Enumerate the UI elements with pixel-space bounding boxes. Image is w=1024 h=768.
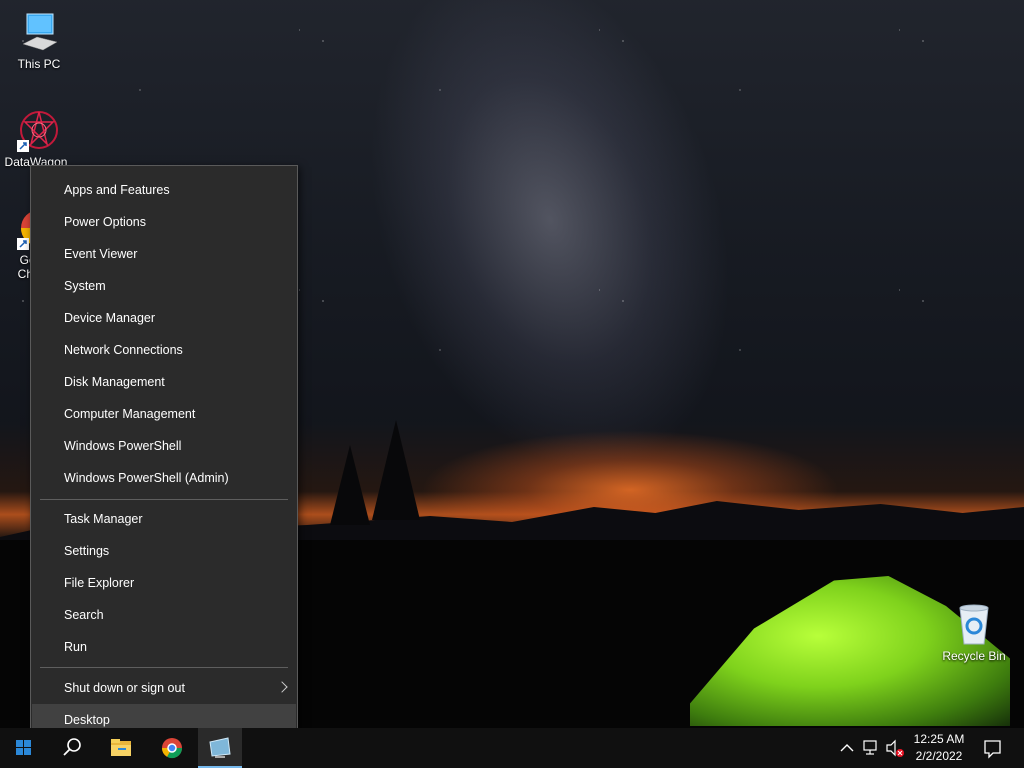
desktop-icon-label: This PC bbox=[17, 57, 61, 71]
chevron-up-icon bbox=[840, 744, 854, 752]
menu-item-disk-management[interactable]: Disk Management bbox=[32, 366, 296, 398]
menu-item-label: Desktop bbox=[64, 713, 110, 727]
volume-muted-icon bbox=[886, 739, 904, 757]
taskbar: 12:25 AM 2/2/2022 bbox=[0, 728, 1024, 768]
menu-item-file-explorer[interactable]: File Explorer bbox=[32, 567, 296, 599]
menu-item-shut-down-or-sign-out[interactable]: Shut down or sign out bbox=[32, 672, 296, 704]
menu-item-search[interactable]: Search bbox=[32, 599, 296, 631]
menu-item-event-viewer[interactable]: Event Viewer bbox=[32, 238, 296, 270]
volume-button[interactable] bbox=[884, 728, 906, 768]
menu-item-task-manager[interactable]: Task Manager bbox=[32, 503, 296, 535]
action-center-button[interactable] bbox=[976, 728, 1008, 768]
menu-item-settings[interactable]: Settings bbox=[32, 535, 296, 567]
taskbar-file-explorer-button[interactable] bbox=[98, 728, 146, 768]
desktop-icon-datawagon[interactable]: DataWagon bbox=[1, 108, 77, 169]
chrome-icon bbox=[161, 738, 183, 759]
clock-button[interactable]: 12:25 AM 2/2/2022 bbox=[908, 728, 970, 768]
menu-item-run[interactable]: Run bbox=[32, 631, 296, 663]
chevron-right-icon bbox=[276, 681, 288, 693]
menu-item-label: Shut down or sign out bbox=[64, 681, 185, 695]
menu-separator bbox=[40, 667, 288, 668]
start-icon bbox=[16, 740, 31, 755]
menu-item-apps-and-features[interactable]: Apps and Features bbox=[32, 174, 296, 206]
menu-item-computer-management[interactable]: Computer Management bbox=[32, 398, 296, 430]
menu-item-network-connections[interactable]: Network Connections bbox=[32, 334, 296, 366]
winx-context-menu: Apps and Features Power Options Event Vi… bbox=[30, 165, 298, 743]
menu-item-windows-powershell[interactable]: Windows PowerShell bbox=[32, 430, 296, 462]
network-icon bbox=[863, 740, 877, 755]
taskbar-chrome-button[interactable] bbox=[148, 728, 196, 768]
menu-item-power-options[interactable]: Power Options bbox=[32, 206, 296, 238]
menu-item-device-manager[interactable]: Device Manager bbox=[32, 302, 296, 334]
datawagon-logo-icon bbox=[17, 108, 61, 152]
clock-time: 12:25 AM bbox=[913, 732, 965, 746]
menu-separator bbox=[40, 499, 288, 500]
app-icon bbox=[209, 737, 231, 758]
desktop-icon-recycle-bin[interactable]: Recycle Bin bbox=[936, 602, 1012, 663]
taskbar-app-button-active[interactable] bbox=[198, 728, 242, 768]
taskbar-search-button[interactable] bbox=[48, 728, 96, 768]
menu-item-system[interactable]: System bbox=[32, 270, 296, 302]
network-button[interactable] bbox=[860, 728, 882, 768]
show-hidden-icons-button[interactable] bbox=[836, 728, 858, 768]
start-button[interactable] bbox=[0, 728, 48, 768]
desktop-icon-this-pc[interactable]: This PC bbox=[1, 10, 77, 71]
action-center-icon bbox=[984, 740, 1001, 759]
desktop-icon-label: Recycle Bin bbox=[942, 649, 1006, 663]
computer-icon bbox=[17, 10, 61, 54]
file-explorer-icon bbox=[111, 739, 131, 756]
recycle-bin-icon bbox=[952, 602, 996, 646]
menu-item-windows-powershell-admin[interactable]: Windows PowerShell (Admin) bbox=[32, 462, 296, 494]
clock-date: 2/2/2022 bbox=[915, 749, 963, 763]
search-icon bbox=[63, 738, 81, 756]
